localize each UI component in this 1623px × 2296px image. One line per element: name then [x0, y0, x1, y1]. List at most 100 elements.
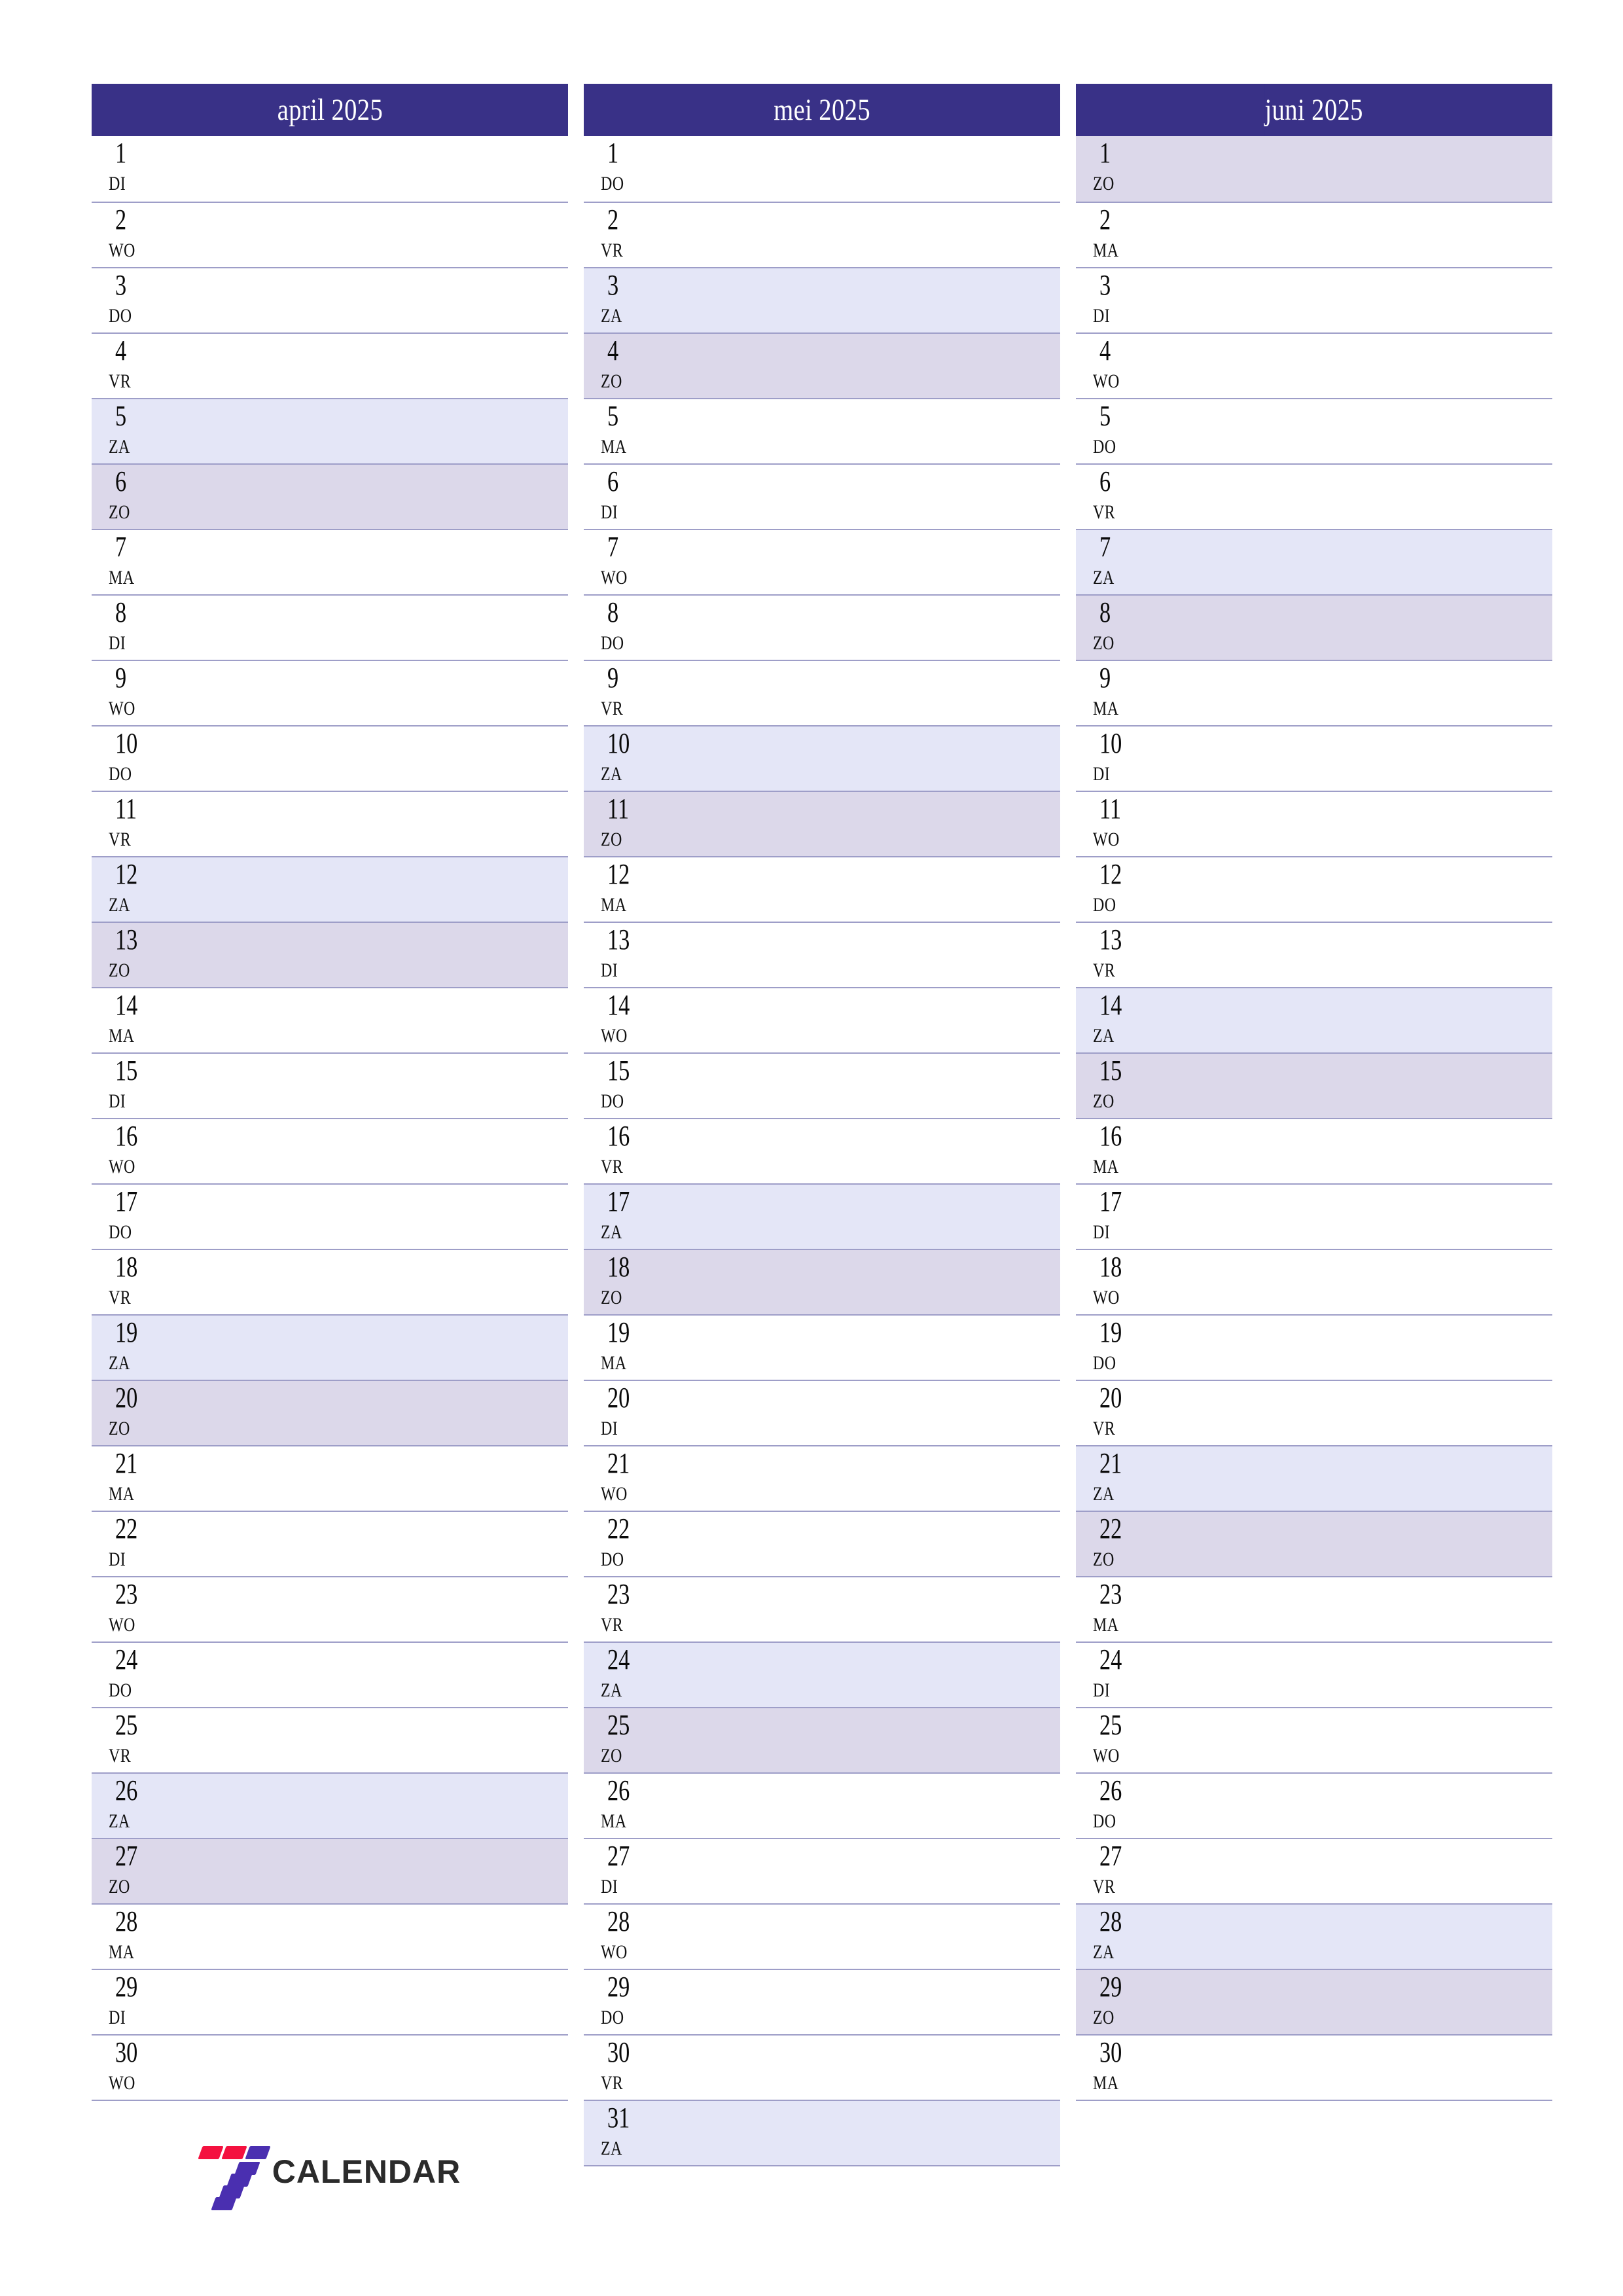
day-row[interactable]: 30 WO: [92, 2034, 568, 2100]
day-row[interactable]: 5 MA: [584, 398, 1060, 463]
day-row[interactable]: 22 ZO: [1076, 1511, 1552, 1576]
day-row[interactable]: 5 ZA: [92, 398, 568, 463]
day-row[interactable]: 24 DI: [1076, 1641, 1552, 1707]
day-number: 5: [1099, 400, 1111, 432]
day-row[interactable]: 13 ZO: [92, 922, 568, 987]
day-row[interactable]: 15 DO: [584, 1052, 1060, 1118]
day-row[interactable]: 22 DO: [584, 1511, 1060, 1576]
day-row[interactable]: 27 ZO: [92, 1838, 568, 1903]
day-row[interactable]: 17 DI: [1076, 1183, 1552, 1249]
day-row[interactable]: 17 DO: [92, 1183, 568, 1249]
day-row[interactable]: 28 ZA: [1076, 1903, 1552, 1969]
day-row[interactable]: 24 DO: [92, 1641, 568, 1707]
day-row[interactable]: 10 DO: [92, 725, 568, 791]
day-row[interactable]: 7 WO: [584, 529, 1060, 594]
day-row[interactable]: 21 WO: [584, 1445, 1060, 1511]
day-row[interactable]: 26 ZA: [92, 1772, 568, 1838]
day-row[interactable]: 2 MA: [1076, 202, 1552, 267]
day-row[interactable]: 23 MA: [1076, 1576, 1552, 1641]
day-row[interactable]: 19 MA: [584, 1314, 1060, 1380]
day-row[interactable]: 13 DI: [584, 922, 1060, 987]
day-row[interactable]: 28 MA: [92, 1903, 568, 1969]
seven-logo-mark-icon: [198, 2145, 271, 2210]
day-row[interactable]: 21 ZA: [1076, 1445, 1552, 1511]
day-row[interactable]: 23 VR: [584, 1576, 1060, 1641]
day-number: 15: [1099, 1054, 1122, 1086]
day-number: 27: [1099, 1840, 1122, 1872]
brand-logo[interactable]: CALENDAR: [92, 2132, 568, 2211]
day-row[interactable]: 16 VR: [584, 1118, 1060, 1183]
day-row[interactable]: 11 VR: [92, 791, 568, 856]
day-row[interactable]: 9 WO: [92, 660, 568, 725]
day-row[interactable]: 18 VR: [92, 1249, 568, 1314]
day-row[interactable]: 19 DO: [1076, 1314, 1552, 1380]
day-row[interactable]: 26 MA: [584, 1772, 1060, 1838]
day-row[interactable]: 27 DI: [584, 1838, 1060, 1903]
day-row[interactable]: 8 DO: [584, 594, 1060, 660]
day-row[interactable]: 27 VR: [1076, 1838, 1552, 1903]
day-row[interactable]: 25 ZO: [584, 1707, 1060, 1772]
day-weekday-label: DO: [1093, 1352, 1116, 1374]
day-row[interactable]: 20 VR: [1076, 1380, 1552, 1445]
day-row[interactable]: 16 WO: [92, 1118, 568, 1183]
day-row[interactable]: 3 ZA: [584, 267, 1060, 332]
day-row[interactable]: 22 DI: [92, 1511, 568, 1576]
day-row[interactable]: 16 MA: [1076, 1118, 1552, 1183]
day-row[interactable]: 5 DO: [1076, 398, 1552, 463]
day-row[interactable]: 29 DO: [584, 1969, 1060, 2034]
day-row[interactable]: 17 ZA: [584, 1183, 1060, 1249]
day-row[interactable]: 10 DI: [1076, 725, 1552, 791]
day-row[interactable]: 11 ZO: [584, 791, 1060, 856]
day-row[interactable]: 6 VR: [1076, 463, 1552, 529]
day-row[interactable]: 10 ZA: [584, 725, 1060, 791]
day-row[interactable]: 9 MA: [1076, 660, 1552, 725]
day-row[interactable]: 7 MA: [92, 529, 568, 594]
day-row[interactable]: 18 ZO: [584, 1249, 1060, 1314]
day-row[interactable]: 12 DO: [1076, 856, 1552, 922]
day-row[interactable]: 14 WO: [584, 987, 1060, 1052]
day-row[interactable]: 8 ZO: [1076, 594, 1552, 660]
day-row[interactable]: 14 ZA: [1076, 987, 1552, 1052]
day-row[interactable]: 12 MA: [584, 856, 1060, 922]
day-row[interactable]: 18 WO: [1076, 1249, 1552, 1314]
day-row[interactable]: 23 WO: [92, 1576, 568, 1641]
day-row[interactable]: 31 ZA: [584, 2100, 1060, 2165]
day-row[interactable]: 20 DI: [584, 1380, 1060, 1445]
day-row[interactable]: 29 ZO: [1076, 1969, 1552, 2034]
day-row[interactable]: 30 MA: [1076, 2034, 1552, 2100]
day-row[interactable]: 3 DI: [1076, 267, 1552, 332]
day-row[interactable]: 28 WO: [584, 1903, 1060, 1969]
day-row[interactable]: 11 WO: [1076, 791, 1552, 856]
day-row[interactable]: 13 VR: [1076, 922, 1552, 987]
day-row[interactable]: 6 ZO: [92, 463, 568, 529]
day-row[interactable]: 24 ZA: [584, 1641, 1060, 1707]
day-row[interactable]: 26 DO: [1076, 1772, 1552, 1838]
day-number: 28: [115, 1905, 138, 1937]
day-row[interactable]: 6 DI: [584, 463, 1060, 529]
day-row[interactable]: 4 VR: [92, 332, 568, 398]
day-row[interactable]: 8 DI: [92, 594, 568, 660]
day-row[interactable]: 25 WO: [1076, 1707, 1552, 1772]
day-row[interactable]: 15 DI: [92, 1052, 568, 1118]
day-row[interactable]: 30 VR: [584, 2034, 1060, 2100]
day-row[interactable]: 15 ZO: [1076, 1052, 1552, 1118]
day-row[interactable]: 14 MA: [92, 987, 568, 1052]
day-row[interactable]: 21 MA: [92, 1445, 568, 1511]
day-row[interactable]: 2 WO: [92, 202, 568, 267]
day-row[interactable]: 2 VR: [584, 202, 1060, 267]
day-weekday-label: DO: [601, 2007, 624, 2028]
day-row[interactable]: 4 WO: [1076, 332, 1552, 398]
day-row[interactable]: 12 ZA: [92, 856, 568, 922]
day-row[interactable]: 3 DO: [92, 267, 568, 332]
day-row[interactable]: 19 ZA: [92, 1314, 568, 1380]
day-row[interactable]: 7 ZA: [1076, 529, 1552, 594]
day-row[interactable]: 25 VR: [92, 1707, 568, 1772]
day-row[interactable]: 1 ZO: [1076, 136, 1552, 202]
day-row[interactable]: 29 DI: [92, 1969, 568, 2034]
day-row[interactable]: 1 DI: [92, 136, 568, 202]
day-row[interactable]: 9 VR: [584, 660, 1060, 725]
day-row[interactable]: 1 DO: [584, 136, 1060, 202]
day-row[interactable]: 4 ZO: [584, 332, 1060, 398]
month-title: juni 2025: [1264, 84, 1364, 136]
day-row[interactable]: 20 ZO: [92, 1380, 568, 1445]
